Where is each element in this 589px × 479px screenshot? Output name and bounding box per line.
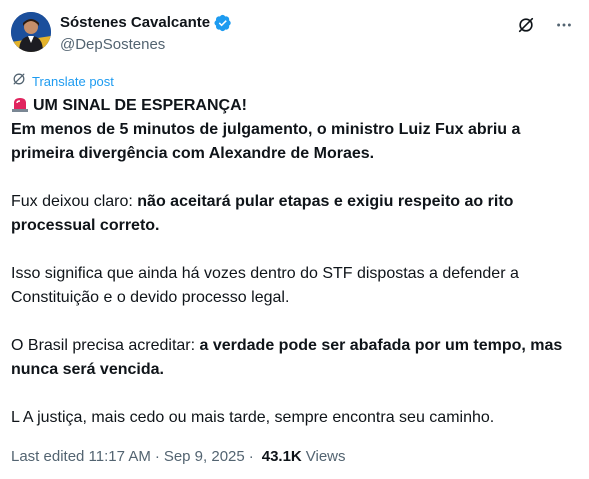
grok-icon[interactable] xyxy=(515,14,537,36)
author-name-row: Sóstenes Cavalcante xyxy=(60,13,232,33)
author-handle[interactable]: @DepSostenes xyxy=(60,35,165,55)
tweet-paragraph: Fux deixou claro: não aceitará pular eta… xyxy=(11,190,581,238)
tweet-headline-detail: Em menos de 5 minutos de julgamento, o m… xyxy=(11,121,521,162)
siren-emoji-icon xyxy=(11,95,29,113)
more-icon[interactable] xyxy=(553,14,575,36)
translate-link[interactable]: Translate post xyxy=(32,73,114,91)
tweet-text-normal: O Brasil precisa acreditar: xyxy=(11,337,200,354)
edited-time[interactable]: Last edited 11:17 AM xyxy=(11,447,151,467)
avatar[interactable] xyxy=(11,12,51,52)
verified-badge-icon xyxy=(214,14,232,32)
tweet-text-normal: L A justiça, mais cedo ou mais tarde, se… xyxy=(11,409,495,426)
views-label: Views xyxy=(305,448,346,465)
tweet-text-normal: Isso significa que ainda há vozes dentro… xyxy=(11,265,519,306)
tweet-text-normal: Fux deixou claro: xyxy=(11,193,138,210)
tweet-paragraph: O Brasil precisa acreditar: a verdade po… xyxy=(11,334,581,382)
author-name[interactable]: Sóstenes Cavalcante xyxy=(60,13,210,33)
translate-row[interactable]: Translate post xyxy=(11,71,114,92)
tweet-headline: UM SINAL DE ESPERANÇA! xyxy=(33,97,247,114)
header-actions xyxy=(515,14,575,36)
views-count[interactable]: 43.1K xyxy=(262,447,302,467)
tweet-paragraph: Isso significa que ainda há vozes dentro… xyxy=(11,262,581,310)
meta-separator: · xyxy=(248,448,254,465)
translate-icon xyxy=(11,71,27,92)
meta-separator: · xyxy=(154,448,160,465)
tweet-paragraph: UM SINAL DE ESPERANÇA! Em menos de 5 min… xyxy=(11,94,581,166)
post-date[interactable]: Sep 9, 2025 xyxy=(164,447,245,467)
tweet-body: UM SINAL DE ESPERANÇA! Em menos de 5 min… xyxy=(11,94,581,430)
tweet-meta: Last edited 11:17 AM · Sep 9, 2025 · 43.… xyxy=(11,447,346,467)
tweet-paragraph: L A justiça, mais cedo ou mais tarde, se… xyxy=(11,406,581,430)
